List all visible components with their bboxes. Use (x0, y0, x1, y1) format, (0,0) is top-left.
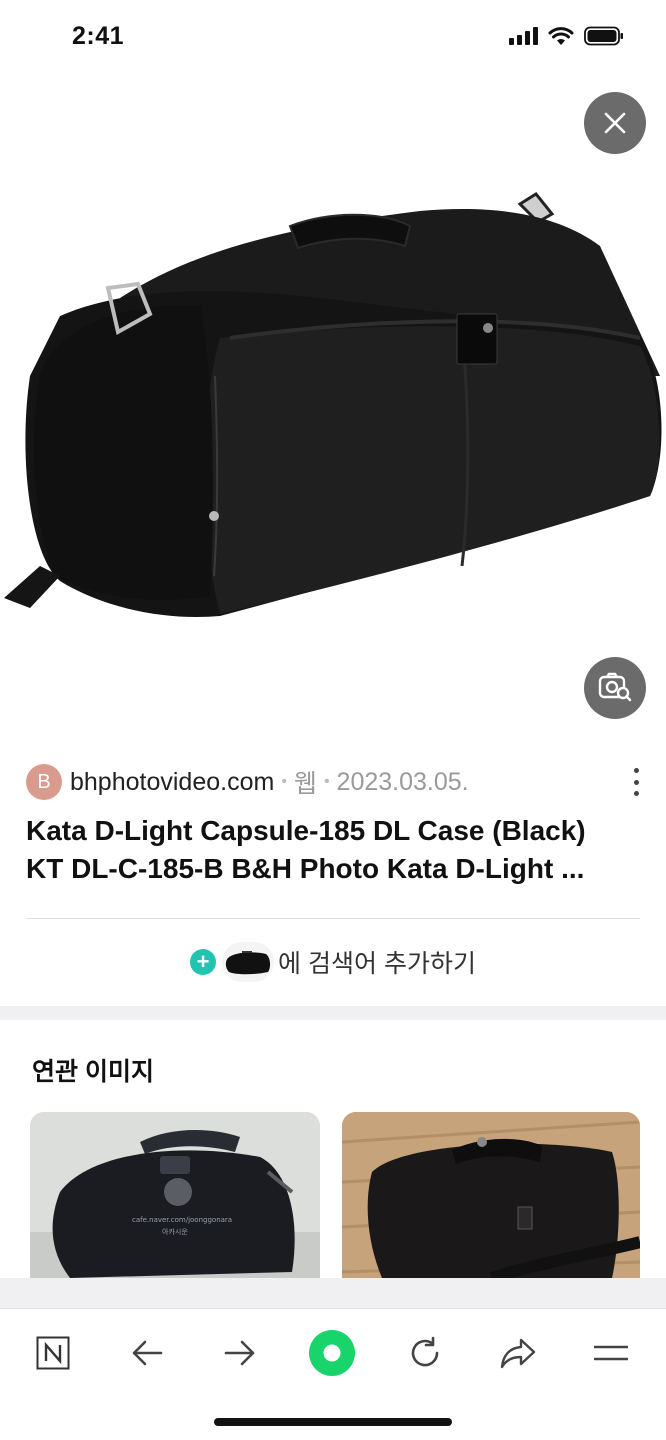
home-indicator (214, 1418, 452, 1426)
image-search-icon (598, 672, 632, 702)
search-thumbnail (222, 942, 275, 982)
image-search-lens-button[interactable] (584, 657, 646, 719)
separator-dot: • (281, 773, 287, 790)
related-images-title: 연관 이미지 (32, 1058, 154, 1086)
related-images-section: 연관 이미지 cafe.naver.com/joonggonara 아카시운 (0, 1020, 666, 1278)
product-image-camera-bag (4, 192, 662, 617)
separator-dot: • (323, 773, 330, 790)
home-n-icon (36, 1336, 70, 1370)
result-info: B bhphotovideo.com • 웹 • 2023.03.05. Kat… (0, 736, 666, 1006)
more-dot-icon (633, 768, 639, 773)
related-image-1[interactable]: cafe.naver.com/joonggonara 아카시운 (30, 1112, 320, 1278)
status-icons (509, 26, 624, 46)
result-title-line1: Kata D-Light Capsule-185 DL Case (Black) (26, 815, 586, 846)
related-image-1-graphic: cafe.naver.com/joonggonara 아카시운 (30, 1112, 320, 1278)
status-bar: 2:41 (0, 0, 666, 76)
bottom-spacer (0, 1278, 666, 1308)
divider (26, 918, 640, 919)
related-image-2-graphic (342, 1112, 640, 1278)
source-type: 웹 (293, 770, 317, 798)
plus-icon: + (190, 949, 217, 975)
forward-arrow-icon (224, 1340, 255, 1366)
status-time: 2:41 (72, 22, 125, 50)
result-title-line2: KT DL-C-185-B B&H Photo Kata D-Light ... (26, 853, 585, 884)
add-to-search-button[interactable]: + 에 검색어 추가하기 (0, 942, 666, 982)
menu-icon (594, 1345, 628, 1361)
bag-thumbnail-icon (225, 951, 271, 975)
related-image-1-watermark-url: cafe.naver.com/joonggonara (132, 1216, 232, 1224)
source-row[interactable]: B bhphotovideo.com • 웹 • 2023.03.05. (26, 764, 469, 800)
hero-image-area[interactable] (0, 76, 666, 736)
close-button[interactable] (584, 92, 646, 154)
source-domain[interactable]: bhphotovideo.com (70, 768, 274, 797)
close-icon (604, 112, 626, 134)
related-image-1-watermark-name: 아카시운 (162, 1227, 188, 1236)
green-dot-icon (309, 1330, 355, 1376)
refresh-icon (411, 1336, 439, 1367)
wifi-icon (548, 27, 574, 45)
green-dot-button[interactable] (306, 1327, 358, 1379)
more-options-button[interactable] (628, 768, 644, 796)
menu-button[interactable] (585, 1327, 637, 1379)
add-to-search-label: 에 검색어 추가하기 (278, 950, 476, 978)
refresh-button[interactable] (399, 1327, 451, 1379)
forward-button[interactable] (214, 1327, 266, 1379)
battery-icon (584, 26, 623, 46)
more-dot-icon (633, 791, 639, 796)
share-button[interactable] (492, 1327, 544, 1379)
result-title[interactable]: Kata D-Light Capsule-185 DL Case (Black)… (26, 812, 636, 888)
cellular-signal-icon (509, 27, 538, 45)
section-gap (0, 1006, 666, 1020)
back-button[interactable] (121, 1327, 173, 1379)
more-dot-icon (633, 779, 639, 785)
share-icon (500, 1338, 536, 1369)
back-arrow-icon (132, 1340, 163, 1366)
related-image-2[interactable] (342, 1112, 640, 1278)
source-favicon: B (26, 764, 62, 800)
naver-home-button[interactable] (27, 1327, 79, 1379)
source-date: 2023.03.05. (336, 767, 469, 796)
